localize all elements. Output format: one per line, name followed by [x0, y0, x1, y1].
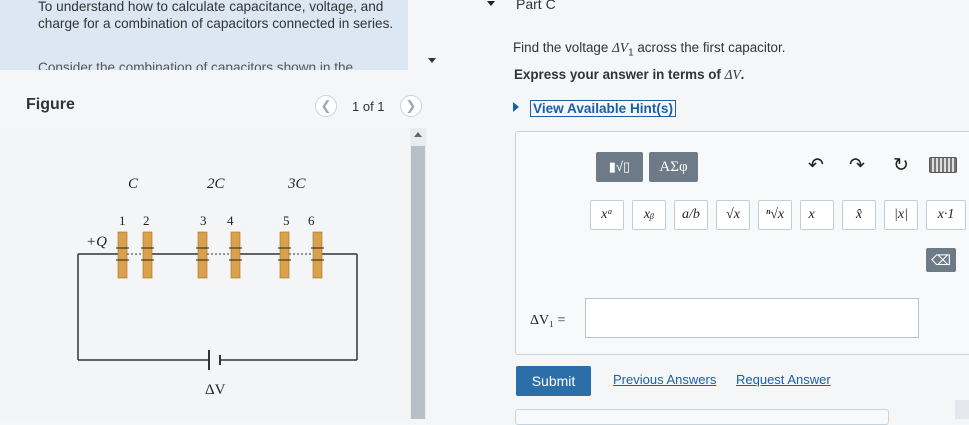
scroll-down-icon[interactable]: [428, 58, 436, 63]
scroll-up-icon[interactable]: [414, 132, 422, 137]
cap-label-2: 2C: [207, 176, 226, 192]
sqrt-button[interactable]: √x: [716, 200, 750, 230]
collapse-caret-icon[interactable]: [487, 1, 495, 6]
cap-label-3: 3C: [287, 176, 307, 192]
absolute-value-button[interactable]: |x|: [884, 200, 918, 230]
redo-icon[interactable]: ↷: [845, 153, 869, 177]
figure-area: C 2C 3C +Q ΔV 1 2 3 4 5 6: [0, 128, 408, 419]
fraction-button[interactable]: a/b: [674, 200, 708, 230]
submit-button[interactable]: Submit: [516, 366, 591, 396]
feedback-panel: [515, 409, 889, 425]
request-answer-link[interactable]: Request Answer: [736, 372, 831, 387]
part-label[interactable]: Part C: [516, 0, 556, 12]
vector-button[interactable]: x⃗: [800, 200, 834, 230]
instruction-suffix: .: [740, 67, 745, 82]
instruction-variable: ΔV: [724, 67, 741, 82]
figure-next-button[interactable]: ❯: [400, 95, 422, 117]
figure-prev-button[interactable]: ❮: [315, 95, 337, 117]
instruction-prefix: Express your answer in terms of: [514, 67, 725, 82]
question-variable: ΔV: [612, 40, 629, 55]
plate-4: [230, 231, 241, 279]
cap-label-1: C: [128, 176, 139, 192]
plate-6: [312, 231, 323, 279]
keyboard-icon[interactable]: [929, 157, 957, 173]
greek-symbols-button[interactable]: ΑΣφ: [649, 152, 698, 182]
reset-icon[interactable]: ↻: [889, 153, 913, 177]
plate-label-4: 4: [227, 213, 234, 228]
chevron-left-icon: ❮: [320, 98, 332, 113]
plate-label-5: 5: [283, 213, 290, 228]
answer-label: ΔV₁ =: [530, 313, 566, 328]
question-text: Find the voltage ΔV1 across the first ca…: [513, 40, 785, 59]
charge-label: +Q: [86, 234, 107, 250]
capacitor-3: [278, 231, 324, 279]
plate-label-1: 1: [119, 213, 126, 228]
panel-edge: [955, 400, 969, 419]
scientific-notation-button[interactable]: x·1: [926, 200, 966, 230]
plate-3: [197, 231, 208, 279]
unit-vector-button[interactable]: x̂: [842, 200, 876, 230]
intro-box: To understand how to calculate capacitan…: [0, 0, 408, 70]
templates-button[interactable]: ▮√▯: [596, 152, 643, 182]
figure-title: Figure: [26, 96, 75, 113]
view-hints-link[interactable]: View Available Hint(s): [530, 100, 677, 117]
plate-1: [117, 231, 128, 279]
question-prefix: Find the voltage: [513, 40, 613, 55]
plate-label-2: 2: [143, 213, 150, 228]
superscript-button[interactable]: xᵃ: [590, 200, 624, 230]
capacitor-circuit-diagram: C 2C 3C +Q ΔV 1 2 3 4 5 6: [77, 176, 358, 398]
undo-icon[interactable]: ↶: [804, 153, 828, 177]
plate-label-6: 6: [308, 213, 315, 228]
instruction-text: Express your answer in terms of ΔV.: [514, 67, 744, 83]
voltage-label: ΔV: [205, 382, 226, 398]
subscript-button[interactable]: xᵦ: [632, 200, 666, 230]
capacitor-2: [196, 231, 242, 279]
chevron-right-icon: ❯: [405, 98, 417, 113]
answer-input[interactable]: [585, 298, 919, 338]
intro-more-text: Consider the combination of capacitors s…: [38, 60, 354, 70]
previous-answers-link[interactable]: Previous Answers: [613, 372, 716, 387]
nth-root-button[interactable]: ⁿ√x: [758, 200, 792, 230]
backspace-button[interactable]: ⌫: [926, 248, 956, 272]
plate-5: [279, 231, 290, 279]
capacitor-1: [116, 231, 154, 279]
figure-pager-text: 1 of 1: [352, 99, 385, 114]
plate-label-3: 3: [200, 213, 207, 228]
intro-text: To understand how to calculate capacitan…: [38, 0, 394, 31]
question-suffix: across the first capacitor.: [633, 40, 786, 55]
plate-2: [142, 231, 153, 279]
hint-expand-icon[interactable]: [513, 102, 519, 112]
figure-scrollbar-thumb[interactable]: [411, 146, 425, 419]
